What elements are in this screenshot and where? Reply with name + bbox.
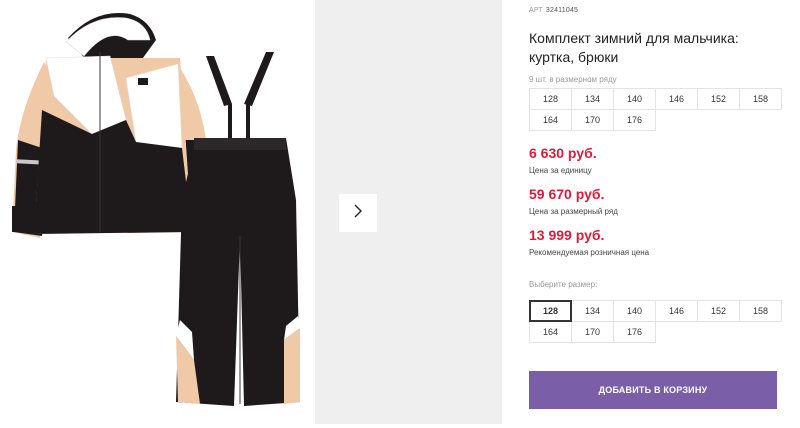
size-option[interactable]: 170 xyxy=(571,321,614,343)
size-option[interactable]: 176 xyxy=(613,321,656,343)
product-title: Комплект зимний для мальчика: куртка, бр… xyxy=(529,30,739,65)
product-photo[interactable] xyxy=(0,0,315,424)
chevron-right-icon xyxy=(352,203,364,224)
retail-price: 13 999 руб. xyxy=(529,227,605,243)
retail-price-label: Рекомендуемая розничная цена xyxy=(529,248,650,257)
row-price: 59 670 руб. xyxy=(529,186,605,202)
article-label: АРТ xyxy=(529,7,543,14)
size-row-cell: 128 xyxy=(529,88,572,110)
row-price-label: Цена за размерный ряд xyxy=(529,207,618,216)
jacket-and-pants-image xyxy=(12,13,300,406)
size-option[interactable]: 146 xyxy=(655,300,698,322)
size-row-cell: 134 xyxy=(571,88,614,110)
size-option[interactable]: 164 xyxy=(529,321,572,343)
size-row-note: 9 шт. в размерном ряду xyxy=(529,75,617,84)
size-row-cell: 158 xyxy=(739,88,782,110)
choose-size-label: Выберите размер: xyxy=(529,280,598,289)
size-row-cell: 152 xyxy=(697,88,740,110)
size-option[interactable]: 134 xyxy=(571,300,614,322)
size-row-cell: 146 xyxy=(655,88,698,110)
article-code: 32411045 xyxy=(545,7,579,14)
article-number: АРТ 32411045 xyxy=(529,7,578,14)
size-row-cell: 164 xyxy=(529,109,572,131)
size-option[interactable]: 140 xyxy=(613,300,656,322)
size-row-cell: 176 xyxy=(613,109,656,131)
size-option[interactable]: 158 xyxy=(739,300,782,322)
size-option[interactable]: 152 xyxy=(697,300,740,322)
size-row-cell: 140 xyxy=(613,88,656,110)
next-image-button[interactable] xyxy=(339,194,377,232)
size-selector: 128 134 140 146 152 158 164 170 176 xyxy=(529,300,782,343)
add-to-cart-button[interactable]: ДОБАВИТЬ В КОРЗИНУ xyxy=(529,371,777,409)
unit-price: 6 630 руб. xyxy=(529,145,597,161)
size-row-grid: 128 134 140 146 152 158 164 170 176 xyxy=(529,88,782,131)
size-option-selected[interactable]: 128 xyxy=(529,300,572,322)
size-row-cell: 170 xyxy=(571,109,614,131)
product-gallery xyxy=(0,0,502,428)
unit-price-label: Цена за единицу xyxy=(529,166,592,175)
